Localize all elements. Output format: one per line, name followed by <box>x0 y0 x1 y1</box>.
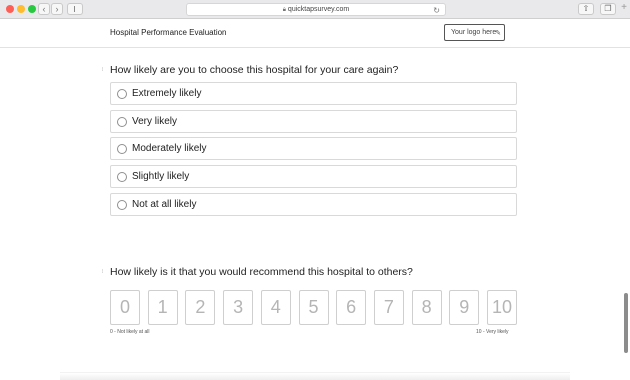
scale-option-5[interactable]: 5 <box>298 290 329 325</box>
maximize-window-button[interactable] <box>28 5 36 13</box>
nps-scale: 0 1 2 3 4 5 6 7 8 9 10 <box>110 290 517 325</box>
question-2-text: How likely is it that you would recommen… <box>110 266 413 278</box>
sidebar-toggle-button[interactable] <box>67 3 83 15</box>
edit-icon: ✎ <box>495 30 501 37</box>
option-label: Very likely <box>132 115 178 127</box>
scale-option-3[interactable]: 3 <box>223 290 254 325</box>
chevron-right-icon: › <box>55 4 59 14</box>
tabs-overview-button[interactable]: ❐ <box>600 3 616 15</box>
question-1-text: How likely are you to choose this hospit… <box>110 64 399 76</box>
scale-option-8[interactable]: 8 <box>411 290 442 325</box>
radio-icon[interactable] <box>117 199 127 210</box>
forward-button[interactable]: › <box>51 3 63 15</box>
share-button[interactable]: ⇧ <box>578 3 594 15</box>
option-moderately-likely[interactable]: Moderately likely <box>110 137 517 161</box>
option-slightly-likely[interactable]: Slightly likely <box>110 165 517 189</box>
option-very-likely[interactable]: Very likely <box>110 109 517 133</box>
option-extremely-likely[interactable]: Extremely likely <box>110 82 517 105</box>
radio-icon[interactable] <box>117 89 127 99</box>
page-footer-edge <box>60 372 570 380</box>
question-1-options: Extremely likely Very likely Moderately … <box>110 82 517 220</box>
radio-icon[interactable] <box>117 144 127 155</box>
option-not-at-all-likely[interactable]: Not at all likely <box>110 192 517 216</box>
page-scrollbar[interactable] <box>624 293 628 353</box>
tabs-icon: ❐ <box>604 4 612 13</box>
scale-option-4[interactable]: 4 <box>260 290 291 325</box>
reload-icon[interactable]: ↻ <box>433 5 440 16</box>
scale-min-label: 0 - Not likely at all <box>110 329 150 335</box>
close-window-button[interactable] <box>6 5 14 13</box>
survey-title: Hospital Performance Evaluation <box>110 28 227 37</box>
logo-placeholder[interactable]: Your logo here ✎ <box>444 24 505 41</box>
option-label: Slightly likely <box>132 171 190 183</box>
minimize-window-button[interactable] <box>17 5 25 13</box>
new-tab-icon[interactable]: + <box>621 2 627 13</box>
radio-icon[interactable] <box>117 172 127 183</box>
chevron-left-icon: ‹ <box>42 4 46 14</box>
scale-option-1[interactable]: 1 <box>147 290 178 325</box>
scale-option-2[interactable]: 2 <box>185 290 216 325</box>
question-drag-handle: ⁞ <box>102 67 104 73</box>
scale-max-label: 10 - Very likely <box>476 329 509 335</box>
scale-option-7[interactable]: 7 <box>373 290 404 325</box>
scale-option-6[interactable]: 6 <box>336 290 367 325</box>
lock-icon: 🔒︎ <box>282 7 286 13</box>
option-label: Not at all likely <box>132 198 197 210</box>
browser-toolbar: ‹ › 🔒︎ quicktapsurvey.com ↻ ⇧ ❐ + <box>0 0 630 19</box>
survey-header: Hospital Performance Evaluation Your log… <box>0 19 630 48</box>
scale-option-0[interactable]: 0 <box>110 290 140 325</box>
scale-option-9[interactable]: 9 <box>449 290 480 325</box>
address-bar[interactable]: 🔒︎ quicktapsurvey.com ↻ <box>186 3 446 16</box>
option-label: Moderately likely <box>132 143 207 155</box>
back-button[interactable]: ‹ <box>38 3 50 15</box>
question-drag-handle: ⁞ <box>102 269 104 275</box>
radio-icon[interactable] <box>117 116 127 127</box>
share-icon: ⇧ <box>582 4 590 13</box>
address-url: quicktapsurvey.com <box>287 6 350 13</box>
scale-option-10[interactable]: 10 <box>487 290 517 325</box>
logo-label: Your logo here <box>451 29 497 36</box>
option-label: Extremely likely <box>132 88 202 99</box>
